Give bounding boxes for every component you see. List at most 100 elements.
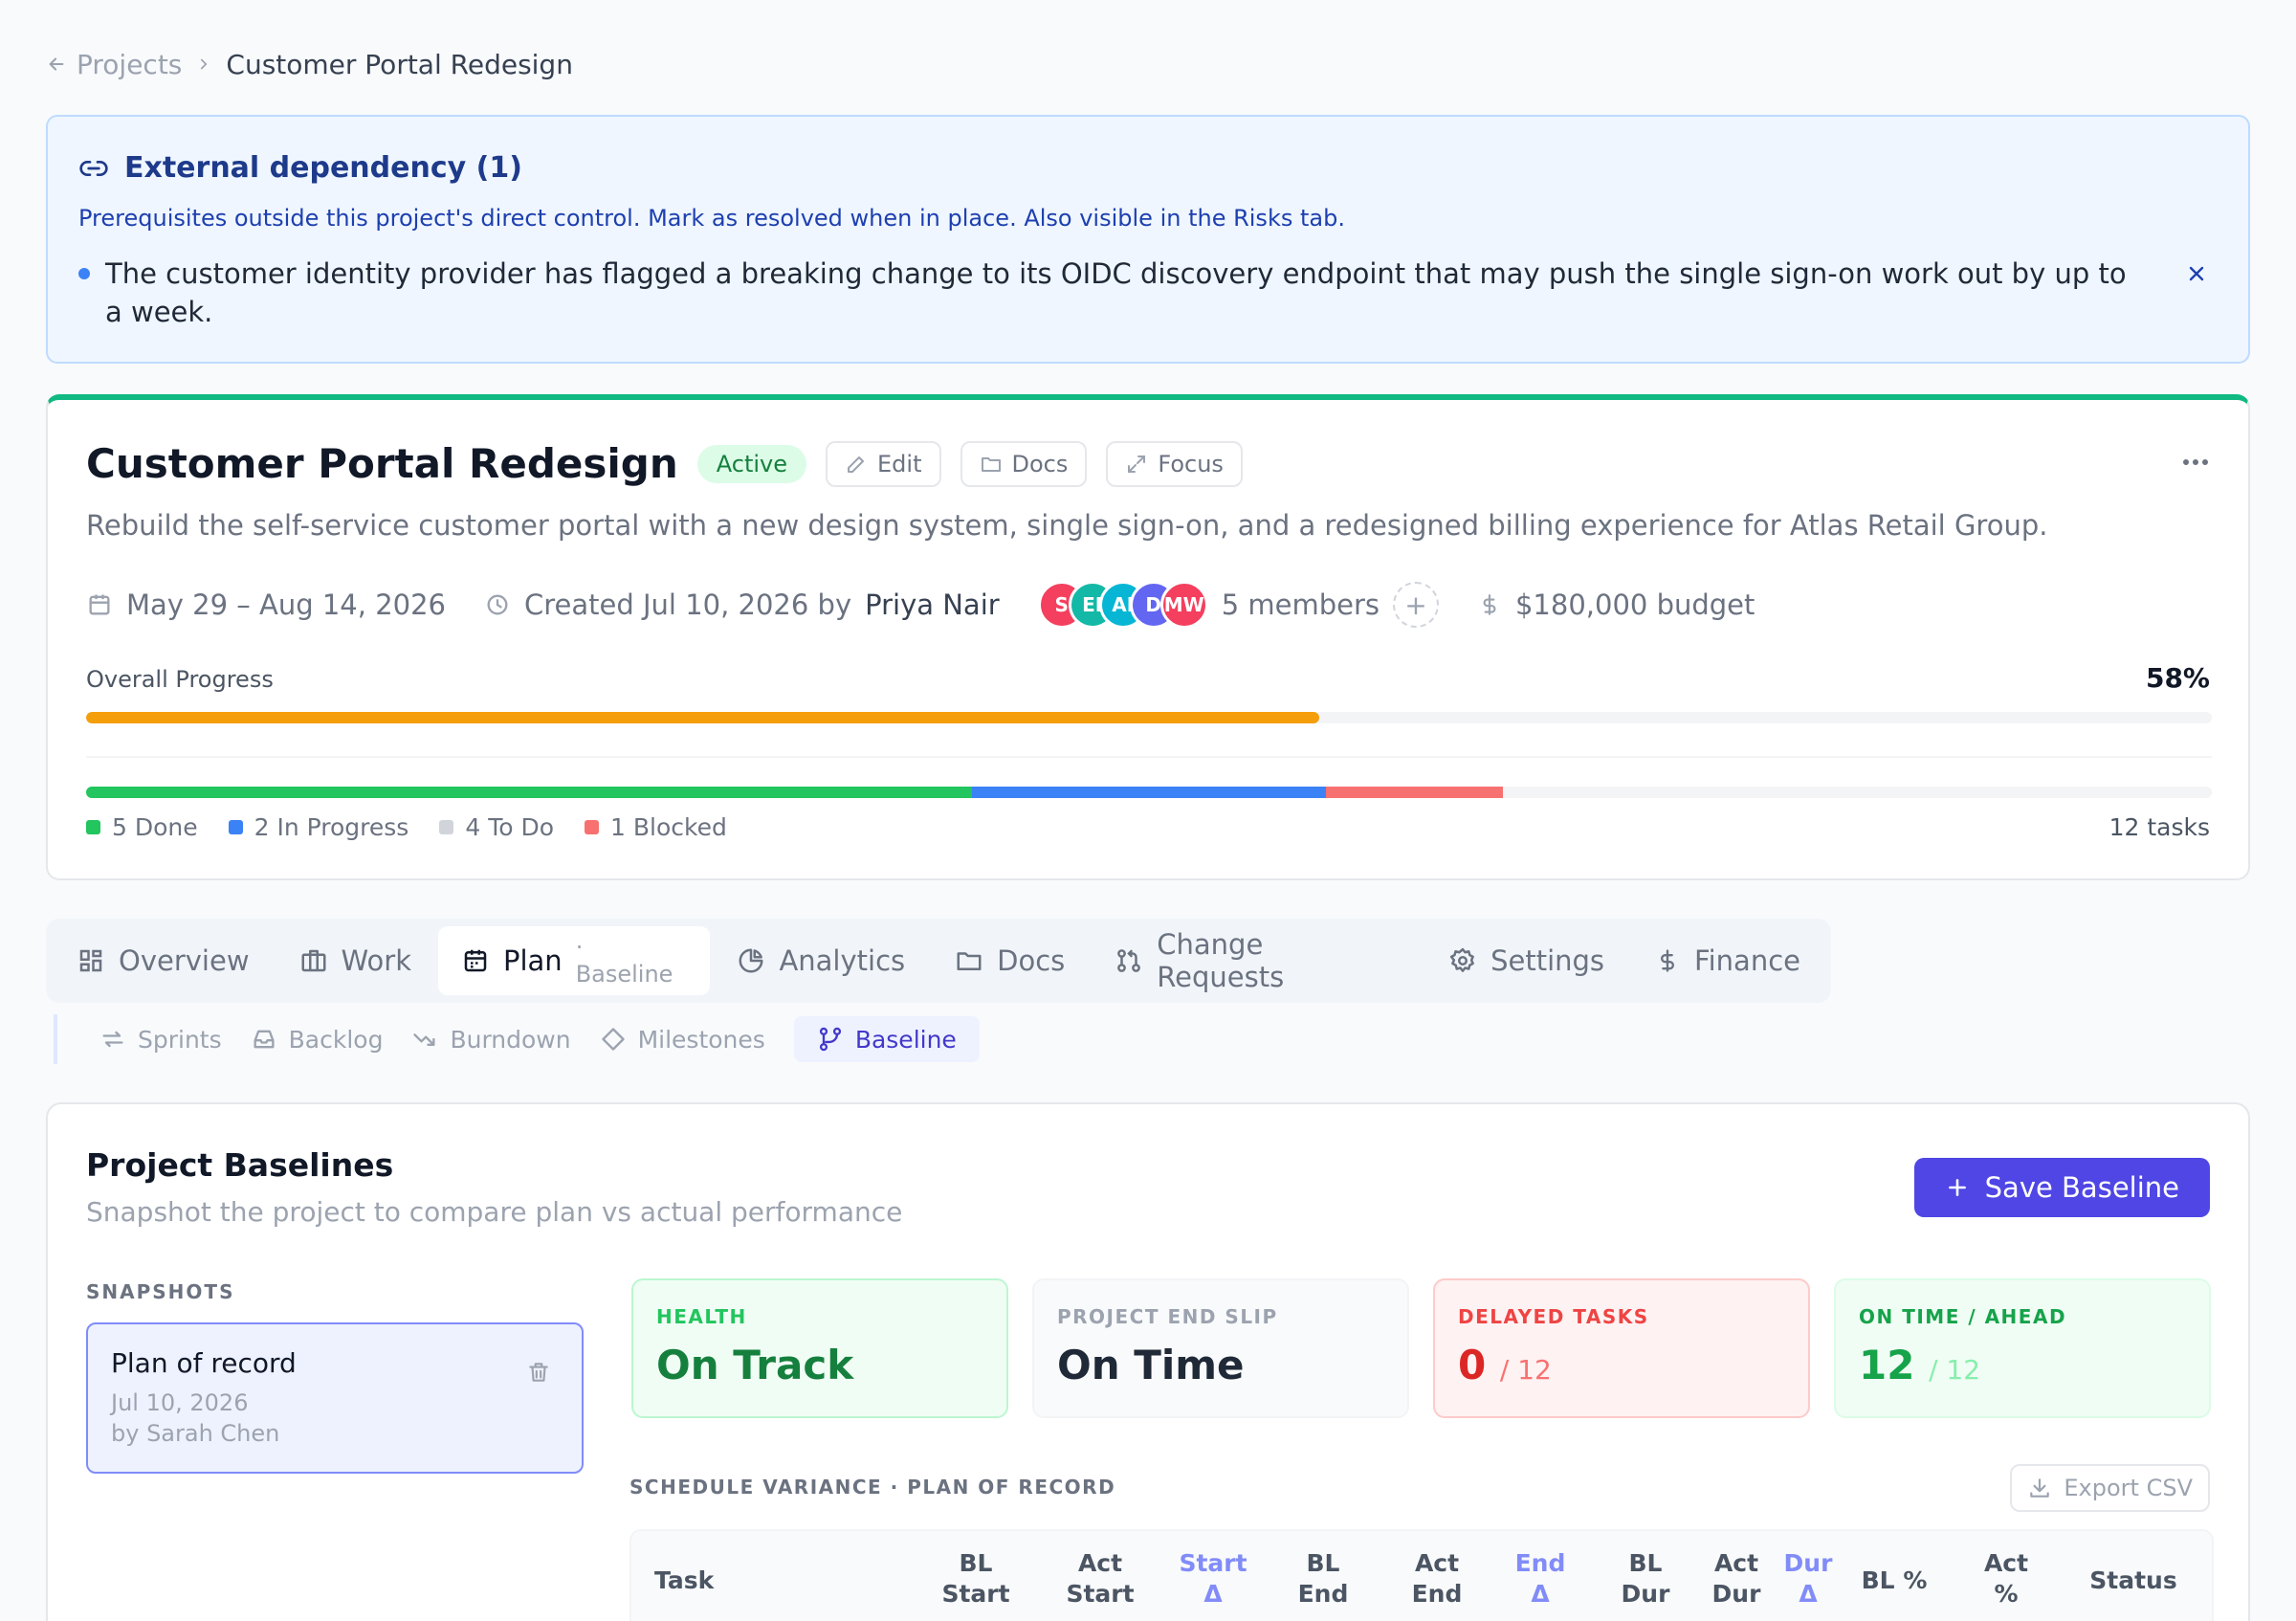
end-slip-value: On Time xyxy=(1057,1342,1245,1388)
legend-item: 2 In Progress xyxy=(228,813,408,841)
subtab-milestones[interactable]: Milestones xyxy=(600,1016,784,1062)
folder-icon xyxy=(955,946,983,975)
col-act-start[interactable]: Act Start xyxy=(1052,1548,1148,1610)
plus-icon: + xyxy=(1404,588,1427,621)
tab-change-requests[interactable]: Change Requests xyxy=(1092,926,1422,995)
project-title: Customer Portal Redesign xyxy=(86,440,678,487)
trash-icon[interactable] xyxy=(526,1359,551,1386)
col-bl-dur[interactable]: BL Dur xyxy=(1598,1548,1693,1610)
focus-button[interactable]: Focus xyxy=(1106,440,1243,487)
col-task[interactable]: Task xyxy=(654,1565,714,1596)
briefcase-icon xyxy=(299,946,328,975)
docs-button[interactable]: Docs xyxy=(960,440,1088,487)
col-bl-start[interactable]: BL Start xyxy=(928,1548,1024,1610)
subtab-baseline[interactable]: Baseline xyxy=(793,1016,980,1062)
snapshot-item[interactable]: Plan of record Jul 10, 2026 by Sarah Che… xyxy=(86,1322,584,1474)
plus-icon xyxy=(1945,1175,1970,1200)
schedule-variance-heading: SCHEDULE VARIANCE · PLAN OF RECORD xyxy=(629,1476,1116,1499)
member-avatars[interactable]: S EI AI D MW xyxy=(1037,581,1208,629)
main-tabs: Overview Work Plan · Baseline Analytics … xyxy=(46,919,1831,1003)
alert-title-text: External dependency (1) xyxy=(124,151,522,185)
status-segment xyxy=(86,787,972,798)
dollar-icon xyxy=(1477,591,1502,618)
tab-overview-label: Overview xyxy=(119,944,250,977)
tab-work[interactable]: Work xyxy=(276,926,434,995)
legend-label: 4 To Do xyxy=(465,813,555,841)
tab-docs[interactable]: Docs xyxy=(932,926,1088,995)
avatar[interactable]: MW xyxy=(1159,581,1208,629)
status-badge: Active xyxy=(696,444,807,483)
col-start-delta[interactable]: Start Δ xyxy=(1165,1548,1261,1610)
status-segment xyxy=(1326,787,1504,798)
col-bl-dur-line1: BL xyxy=(1628,1549,1663,1577)
subtab-backlog[interactable]: Backlog xyxy=(251,1016,403,1062)
col-act-end-line2: End xyxy=(1411,1580,1463,1608)
col-bl-end[interactable]: BL End xyxy=(1275,1548,1371,1610)
tab-plan[interactable]: Plan · Baseline xyxy=(437,926,711,995)
legend-swatch xyxy=(228,820,243,834)
dependency-item: The customer identity provider has flagg… xyxy=(78,255,2135,331)
tab-finance[interactable]: Finance xyxy=(1631,926,1823,995)
breadcrumb-back-link[interactable]: Projects xyxy=(46,49,182,80)
breadcrumb-parent[interactable]: Projects xyxy=(77,49,182,80)
subtab-sprints[interactable]: Sprints xyxy=(99,1016,241,1062)
add-member-button[interactable]: + xyxy=(1392,582,1439,628)
plan-subtabs: Sprints Backlog Burndown Milestones Base… xyxy=(54,1014,980,1064)
snapshot-date: Jul 10, 2026 xyxy=(111,1389,249,1416)
snapshot-author: by Sarah Chen xyxy=(111,1420,280,1447)
col-status[interactable]: Status xyxy=(2066,1565,2200,1596)
col-act-pct[interactable]: Act % xyxy=(1958,1548,2054,1610)
end-slip-label: PROJECT END SLIP xyxy=(1057,1305,1278,1328)
health-value: On Track xyxy=(656,1342,854,1388)
tab-overview[interactable]: Overview xyxy=(54,926,273,995)
git-pull-request-icon xyxy=(1115,946,1143,975)
legend-label: 5 Done xyxy=(112,813,198,841)
legend-item: 5 Done xyxy=(86,813,198,841)
col-bl-start-line2: Start xyxy=(941,1580,1010,1608)
project-meta: May 29 – Aug 14, 2026 Created Jul 10, 20… xyxy=(86,576,1793,633)
chevron-right-icon xyxy=(195,56,212,73)
col-end-delta[interactable]: End Δ xyxy=(1492,1548,1588,1610)
col-end-delta-line1: End xyxy=(1514,1549,1566,1577)
col-act-pct-line1: Act xyxy=(1983,1549,2029,1577)
tab-analytics[interactable]: Analytics xyxy=(714,926,928,995)
legend-item: 4 To Do xyxy=(439,813,554,841)
save-baseline-button[interactable]: Save Baseline xyxy=(1913,1158,2210,1217)
subtab-burndown[interactable]: Burndown xyxy=(411,1016,589,1062)
clock-icon xyxy=(484,591,511,618)
export-csv-button[interactable]: Export CSV xyxy=(2010,1464,2210,1512)
on-time-total: / 12 xyxy=(1929,1354,1981,1386)
col-bl-pct[interactable]: BL % xyxy=(1837,1565,1952,1596)
expand-icon xyxy=(1125,453,1148,476)
tab-settings[interactable]: Settings xyxy=(1425,926,1627,995)
tab-docs-label: Docs xyxy=(997,944,1066,977)
created-by: Priya Nair xyxy=(865,588,1000,621)
docs-label: Docs xyxy=(1011,450,1069,477)
more-options-icon[interactable] xyxy=(2181,457,2210,467)
baselines-subtitle: Snapshot the project to compare plan vs … xyxy=(86,1196,903,1228)
subtab-backlog-label: Backlog xyxy=(288,1025,384,1054)
focus-label: Focus xyxy=(1158,450,1224,477)
task-count: 12 tasks xyxy=(2108,813,2210,841)
gear-icon xyxy=(1448,946,1477,975)
col-bl-end-line2: End xyxy=(1297,1580,1349,1608)
grid-icon xyxy=(77,946,105,975)
task-status-bar xyxy=(86,787,2212,798)
health-stat: HEALTH On Track xyxy=(631,1278,1008,1418)
diamond-icon xyxy=(600,1026,627,1053)
close-icon[interactable] xyxy=(2185,262,2208,285)
delayed-tasks-stat: DELAYED TASKS 0 / 12 xyxy=(1433,1278,1810,1418)
project-summary-card: Customer Portal Redesign Active Edit Doc… xyxy=(46,394,2250,880)
folder-icon xyxy=(980,453,1003,476)
tab-plan-sublabel: · Baseline xyxy=(575,934,673,988)
edit-label: Edit xyxy=(877,450,922,477)
save-baseline-label: Save Baseline xyxy=(1984,1171,2179,1204)
progress-fill xyxy=(86,712,1319,723)
edit-button[interactable]: Edit xyxy=(826,440,941,487)
project-baselines-card: Project Baselines Snapshot the project t… xyxy=(46,1102,2250,1621)
on-time-stat: ON TIME / AHEAD 12 / 12 xyxy=(1834,1278,2211,1418)
col-end-delta-line2: Δ xyxy=(1531,1580,1550,1608)
col-act-end[interactable]: Act End xyxy=(1389,1548,1485,1610)
schedule-variance-table: Task BL Start Act Start Start Δ BL End A… xyxy=(629,1529,2214,1621)
col-bl-end-line1: BL xyxy=(1306,1549,1340,1577)
